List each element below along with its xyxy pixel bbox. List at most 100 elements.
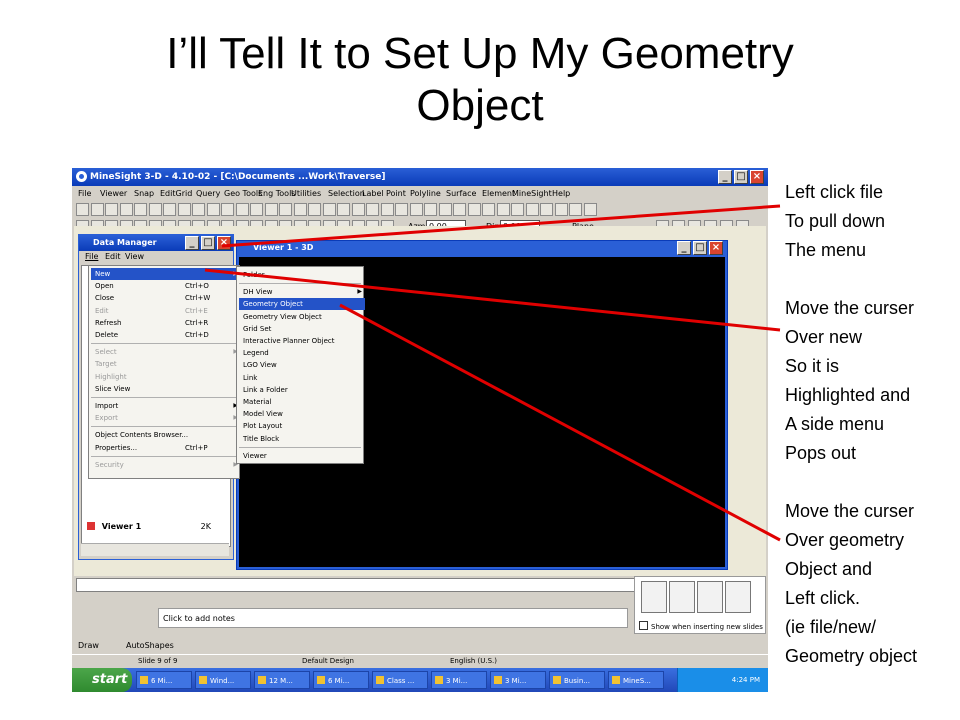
toolbar-tool-icon[interactable]: [540, 203, 553, 216]
show-when-inserting-checkbox[interactable]: Show when inserting new slides: [639, 621, 763, 631]
toolbar-tool-icon[interactable]: [148, 203, 162, 216]
toolbar-tool-icon[interactable]: [351, 203, 365, 216]
layout-thumbnail[interactable]: [669, 581, 695, 613]
menu-utilities[interactable]: Utilities: [291, 186, 321, 201]
menu-eng-tools[interactable]: Eng Tools: [258, 186, 295, 201]
new-item-viewer[interactable]: Viewer: [239, 450, 365, 462]
file-item-target[interactable]: Target: [91, 358, 241, 370]
taskbar-button[interactable]: 12 M...: [254, 671, 310, 689]
taskbar-button[interactable]: 3 Mi...: [431, 671, 487, 689]
new-item-link-a-folder[interactable]: Link a Folder: [239, 384, 365, 396]
dm-maximize-button[interactable]: □: [201, 236, 215, 250]
dm-minimize-button[interactable]: _: [185, 236, 199, 250]
viewer-maximize-button[interactable]: □: [693, 241, 707, 255]
toolbar-tool-icon[interactable]: [467, 203, 481, 216]
new-item-title-block[interactable]: Title Block: [239, 433, 365, 445]
new-item-legend[interactable]: Legend: [239, 347, 365, 359]
dm-close-button[interactable]: ×: [217, 236, 231, 250]
autoshapes-menu[interactable]: AutoShapes: [126, 638, 174, 654]
taskbar-button[interactable]: 3 Mi...: [490, 671, 546, 689]
menu-snap[interactable]: Snap: [134, 186, 154, 201]
dm-menu-edit[interactable]: Edit: [105, 251, 121, 263]
toolbar-tool-icon[interactable]: [322, 203, 336, 216]
toolbar-tool-icon[interactable]: [250, 203, 263, 216]
toolbar-tool-icon[interactable]: [409, 203, 423, 216]
file-item-refresh[interactable]: Refresh Ctrl+R: [91, 317, 241, 329]
new-item-grid-set[interactable]: Grid Set: [239, 323, 365, 335]
menu-element[interactable]: Element: [482, 186, 515, 201]
toolbar-tool-icon[interactable]: [569, 203, 582, 216]
file-item-properties[interactable]: Properties... Ctrl+P: [91, 442, 241, 454]
dm-horizontal-scrollbar[interactable]: [81, 543, 229, 556]
new-item-model-view[interactable]: Model View: [239, 408, 365, 420]
toolbar-tool-icon[interactable]: [482, 203, 495, 216]
toolbar-tool-icon[interactable]: [424, 203, 437, 216]
toolbar-tool-icon[interactable]: [163, 203, 176, 216]
toolbar-tool-icon[interactable]: [264, 203, 278, 216]
toolbar-tool-icon[interactable]: [134, 203, 147, 216]
file-item-close[interactable]: Close Ctrl+W: [91, 292, 241, 304]
file-item-import[interactable]: Import▶: [91, 400, 241, 412]
taskbar-button[interactable]: Class ...: [372, 671, 428, 689]
toolbar-tool-icon[interactable]: [525, 203, 539, 216]
menu-label[interactable]: Label: [362, 186, 384, 201]
start-button[interactable]: start: [72, 668, 132, 692]
toolbar-tool-icon[interactable]: [206, 203, 220, 216]
viewer-minimize-button[interactable]: _: [677, 241, 691, 255]
menu-point[interactable]: Point: [386, 186, 406, 201]
toolbar-tool-icon[interactable]: [235, 203, 249, 216]
taskbar-button[interactable]: Busin...: [549, 671, 605, 689]
toolbar-tool-icon[interactable]: [76, 203, 89, 216]
menu-editgrid[interactable]: EditGrid: [160, 186, 192, 201]
file-item-slice-view[interactable]: Slice View: [91, 383, 241, 395]
toolbar-tool-icon[interactable]: [496, 203, 510, 216]
toolbar-tool-icon[interactable]: [438, 203, 452, 216]
file-item-new[interactable]: New▶: [91, 268, 241, 280]
toolbar-tool-icon[interactable]: [192, 203, 205, 216]
toolbar-tool-icon[interactable]: [308, 203, 321, 216]
menu-selection[interactable]: Selection: [328, 186, 365, 201]
close-button[interactable]: ×: [750, 170, 764, 184]
file-item-open[interactable]: Open Ctrl+O: [91, 280, 241, 292]
minimize-button[interactable]: _: [718, 170, 732, 184]
new-item-material[interactable]: Material: [239, 396, 365, 408]
toolbar-tool-icon[interactable]: [583, 203, 597, 216]
maximize-button[interactable]: □: [734, 170, 748, 184]
file-item-highlight[interactable]: Highlight: [91, 371, 241, 383]
menu-help[interactable]: Help: [552, 186, 570, 201]
toolbar-tool-icon[interactable]: [177, 203, 191, 216]
menu-viewer[interactable]: Viewer: [100, 186, 127, 201]
new-item-plot-layout[interactable]: Plot Layout: [239, 420, 365, 432]
layout-thumbnail[interactable]: [641, 581, 667, 613]
file-item-edit[interactable]: Edit Ctrl+E: [91, 305, 241, 317]
file-item-export[interactable]: Export▶: [91, 412, 241, 424]
menu-surface[interactable]: Surface: [446, 186, 476, 201]
notes-pane[interactable]: Click to add notes: [158, 608, 628, 628]
toolbar-tool-icon[interactable]: [279, 203, 292, 216]
dm-tree-row[interactable]: Viewer 1 2K: [81, 521, 221, 533]
dm-menu-file[interactable]: File: [85, 251, 98, 263]
file-item-security[interactable]: Security ▶: [91, 459, 241, 471]
toolbar-tool-icon[interactable]: [554, 203, 568, 216]
toolbar-tool-icon[interactable]: [511, 203, 524, 216]
layout-thumbnail[interactable]: [697, 581, 723, 613]
file-item-object-contents-browser[interactable]: Object Contents Browser...: [91, 429, 241, 441]
viewer-close-button[interactable]: ×: [709, 241, 723, 255]
menu-minesight[interactable]: MineSight: [512, 186, 552, 201]
new-item-link[interactable]: Link: [239, 372, 365, 384]
toolbar-tool-icon[interactable]: [380, 203, 394, 216]
new-item-folder[interactable]: Folder: [239, 269, 365, 281]
toolbar-tool-icon[interactable]: [453, 203, 466, 216]
toolbar-tool-icon[interactable]: [90, 203, 104, 216]
menu-geo-tools[interactable]: Geo Tools: [224, 186, 262, 201]
command-line[interactable]: [76, 578, 692, 592]
toolbar-tool-icon[interactable]: [105, 203, 118, 216]
menu-polyline[interactable]: Polyline: [410, 186, 441, 201]
new-item-geometry-object[interactable]: Geometry Object: [239, 298, 365, 311]
dm-menu-view[interactable]: View: [125, 251, 144, 263]
layout-thumbnail[interactable]: [725, 581, 751, 613]
menu-file[interactable]: File: [78, 186, 91, 201]
taskbar-button[interactable]: 6 Mi...: [313, 671, 369, 689]
taskbar-button[interactable]: 6 Mi...: [136, 671, 192, 689]
toolbar-tool-icon[interactable]: [395, 203, 408, 216]
